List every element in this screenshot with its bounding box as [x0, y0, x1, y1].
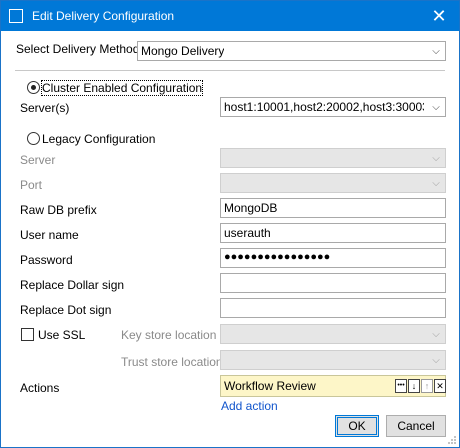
cancel-button[interactable]: Cancel	[386, 415, 446, 437]
raw-db-prefix-input[interactable]: MongoDB	[220, 198, 446, 218]
title-bar: Edit Delivery Configuration ✕	[1, 1, 459, 31]
servers-select[interactable]: host1:10001,host2:20002,host3:30003 ⌵	[220, 97, 446, 117]
use-ssl-label[interactable]: Use SSL	[38, 328, 85, 342]
legacy-config-radio[interactable]	[27, 132, 40, 145]
port-select[interactable]: ⌵	[220, 173, 446, 193]
port-label: Port	[20, 178, 43, 192]
use-ssl-checkbox[interactable]	[21, 328, 34, 341]
resize-grip-icon[interactable]	[447, 435, 457, 445]
close-button[interactable]: ✕	[419, 1, 459, 31]
ok-button[interactable]: OK	[335, 415, 379, 437]
cluster-config-label[interactable]: Cluster Enabled Configuration	[40, 80, 204, 96]
servers-value: host1:10001,host2:20002,host3:30003	[224, 100, 424, 114]
replace-dollar-label: Replace Dollar sign	[20, 278, 125, 292]
actions-label: Actions	[20, 381, 60, 395]
window-title: Edit Delivery Configuration	[32, 9, 175, 23]
password-label: Password	[20, 253, 73, 267]
chevron-down-icon: ⌵	[432, 328, 440, 340]
delivery-method-value: Mongo Delivery	[141, 44, 225, 58]
raw-db-prefix-value: MongoDB	[224, 201, 278, 215]
close-icon: ✕	[431, 5, 447, 26]
window-icon	[9, 9, 23, 23]
raw-db-prefix-label: Raw DB prefix	[20, 203, 97, 217]
legacy-config-label[interactable]: Legacy Configuration	[42, 132, 155, 146]
cluster-config-radio[interactable]	[27, 81, 40, 94]
chevron-down-icon: ⌵	[432, 45, 440, 57]
radio-selected-dot	[31, 85, 36, 90]
chevron-down-icon: ⌵	[432, 354, 440, 366]
add-action-link[interactable]: Add action	[221, 399, 278, 413]
servers-label: Server(s)	[20, 101, 70, 115]
cancel-button-label: Cancel	[397, 419, 435, 433]
password-value: ●●●●●●●●●●●●●●●●	[224, 251, 331, 263]
password-input[interactable]: ●●●●●●●●●●●●●●●●	[220, 248, 446, 268]
replace-dot-label: Replace Dot sign	[20, 303, 112, 317]
replace-dollar-input[interactable]	[220, 273, 446, 293]
trust-store-label: Trust store location	[121, 355, 223, 369]
delivery-method-label: Select Delivery Method	[16, 42, 140, 56]
key-store-label: Key store location	[121, 328, 217, 342]
move-up-icon[interactable]: ↑	[421, 379, 433, 393]
move-down-icon[interactable]: ↓	[408, 379, 420, 393]
chevron-down-icon: ⌵	[432, 177, 440, 189]
action-item-name: Workflow Review	[224, 379, 316, 393]
replace-dot-input[interactable]	[220, 298, 446, 318]
action-item[interactable]: Workflow Review ••• ↓ ↑ ✕	[220, 375, 446, 397]
chevron-down-icon: ⌵	[432, 101, 440, 113]
chevron-down-icon: ⌵	[432, 152, 440, 164]
user-name-value: userauth	[224, 226, 271, 240]
ok-button-label: OK	[348, 419, 366, 433]
remove-action-icon[interactable]: ✕	[434, 379, 446, 393]
divider	[15, 70, 445, 71]
key-store-select[interactable]: ⌵	[220, 324, 446, 344]
delivery-method-select[interactable]: Mongo Delivery ⌵	[137, 41, 446, 61]
trust-store-select[interactable]: ⌵	[220, 350, 446, 370]
user-name-label: User name	[20, 228, 79, 242]
server-label: Server	[20, 153, 56, 167]
server-select[interactable]: ⌵	[220, 148, 446, 168]
edit-delivery-configuration-dialog: Edit Delivery Configuration ✕ Select Del…	[0, 0, 460, 448]
user-name-input[interactable]: userauth	[220, 223, 446, 243]
more-options-icon[interactable]: •••	[395, 379, 407, 393]
